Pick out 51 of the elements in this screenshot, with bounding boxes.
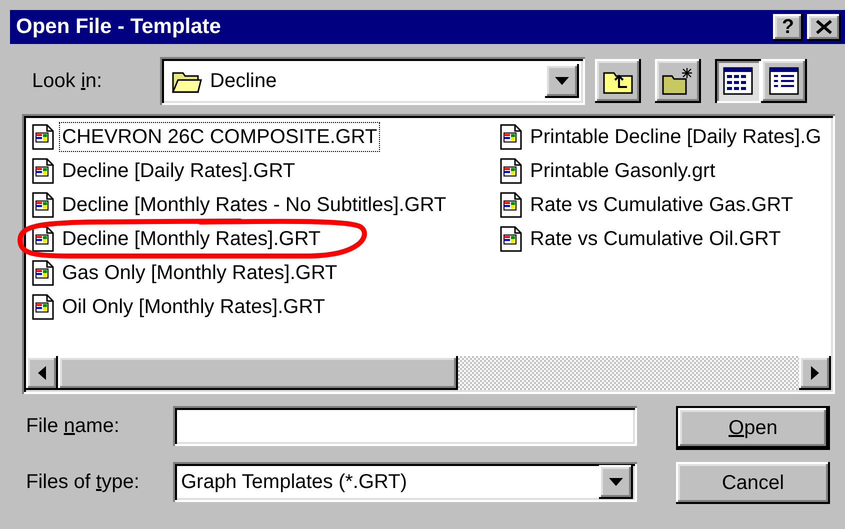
document-icon (32, 158, 54, 184)
file-type-dropdown[interactable]: Graph Templates (*.GRT) (173, 462, 637, 502)
help-button[interactable]: ? (773, 14, 803, 40)
dropdown-button[interactable] (545, 64, 579, 98)
file-item[interactable]: Gas Only [Monthly Rates].GRT (60, 259, 340, 287)
horizontal-scrollbar[interactable] (26, 356, 831, 390)
view-button[interactable] (761, 59, 807, 103)
toolbar-button[interactable] (595, 59, 641, 103)
look-in-label: Look in: (31, 69, 104, 94)
file-name-field[interactable] (173, 406, 637, 446)
file-item[interactable]: Decline [Daily Rates].GRT (60, 157, 298, 185)
document-icon (500, 158, 522, 184)
scroll-right-button[interactable] (799, 356, 831, 390)
document-icon (32, 260, 54, 286)
file-item[interactable]: Decline [Monthly Rates - No Subtitles].GRT (60, 191, 448, 219)
document-icon (32, 124, 54, 150)
file-item[interactable]: Rate vs Cumulative Oil.GRT (528, 225, 783, 253)
dropdown-button[interactable] (599, 465, 633, 499)
scroll-left-button[interactable] (26, 356, 58, 390)
scrollbar-thumb[interactable] (58, 356, 458, 390)
details-view-icon (769, 67, 799, 95)
document-icon (32, 226, 54, 252)
file-item[interactable]: Rate vs Cumulative Gas.GRT (528, 191, 796, 219)
left-arrow-icon (38, 366, 46, 380)
look-in-value: Decline (210, 69, 278, 94)
open-button[interactable]: Open (676, 406, 830, 450)
file-type-label: Files of type: (25, 470, 140, 495)
list-view-icon (723, 67, 753, 95)
file-type-value: Graph Templates (*.GRT) (181, 470, 408, 495)
look-in-dropdown[interactable]: Decline (160, 57, 585, 105)
document-icon (500, 124, 522, 150)
cancel-button[interactable]: Cancel (676, 462, 830, 504)
file-item[interactable]: Oil Only [Monthly Rates].GRT (60, 293, 328, 321)
right-arrow-icon (811, 366, 819, 380)
document-icon (500, 226, 522, 252)
file-item[interactable]: CHEVRON 26C COMPOSITE.GRT (60, 123, 380, 151)
window-title: Open File - Template (16, 14, 221, 40)
new-folder-icon (662, 67, 694, 95)
file-name-label: File name: (25, 414, 120, 439)
file-item[interactable]: Printable Gasonly.grt (528, 157, 718, 185)
close-button[interactable] (807, 14, 841, 40)
caret-icon (609, 478, 623, 486)
file-item[interactable]: Printable Decline [Daily Rates].G (528, 123, 824, 151)
document-icon (32, 192, 54, 218)
close-icon (816, 20, 832, 34)
caret-icon (555, 77, 569, 85)
document-icon (500, 192, 522, 218)
document-icon (32, 294, 54, 320)
view-button[interactable] (715, 59, 761, 103)
toolbar-button[interactable] (655, 59, 701, 103)
file-item[interactable]: Decline [Monthly Rates].GRT (60, 225, 323, 253)
